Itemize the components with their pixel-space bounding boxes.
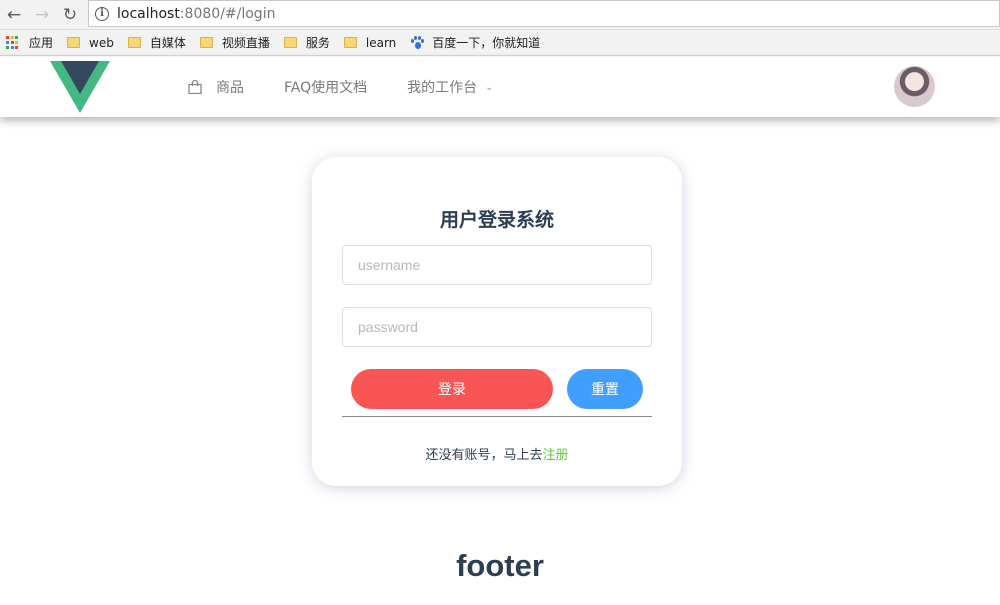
- bookmark-learn[interactable]: learn: [343, 35, 397, 50]
- browser-toolbar: ← → ↻ i localhost:8080/#/login: [0, 0, 1000, 30]
- back-icon[interactable]: ←: [0, 1, 28, 29]
- footer: footer: [456, 548, 544, 583]
- avatar[interactable]: [894, 66, 935, 107]
- nav-item-products[interactable]: 商品: [188, 77, 244, 97]
- baidu-paw-icon: [410, 35, 425, 50]
- username-input[interactable]: [342, 245, 652, 285]
- folder-icon: [199, 37, 213, 48]
- apps-icon: [6, 35, 20, 50]
- chevron-down-icon: ⌄: [485, 81, 494, 93]
- bookmark-label: 百度一下，你就知道: [432, 36, 541, 50]
- vue-logo-icon[interactable]: [50, 59, 110, 113]
- login-title: 用户登录系统: [439, 209, 554, 231]
- url-host: localhost: [117, 5, 180, 22]
- bookmark-label: 服务: [305, 36, 330, 50]
- bookmark-label: 自媒体: [149, 36, 186, 50]
- bookmark-media[interactable]: 自媒体: [127, 34, 186, 51]
- folder-icon: [343, 37, 357, 48]
- reset-button[interactable]: 重置: [567, 369, 643, 409]
- forward-icon[interactable]: →: [28, 1, 56, 29]
- address-bar[interactable]: i localhost:8080/#/login: [88, 0, 1000, 27]
- app-header: 商品 FAQ使用文档 我的工作台 ⌄: [0, 57, 1000, 117]
- bookmark-label: web: [89, 35, 114, 50]
- info-icon[interactable]: i: [95, 6, 109, 21]
- bookmark-web[interactable]: web: [67, 36, 114, 50]
- folder-icon: [283, 37, 297, 48]
- reload-icon[interactable]: ↻: [56, 1, 84, 29]
- url-path: :8080/#/login: [179, 5, 276, 22]
- bookmark-label: 应用: [29, 36, 54, 50]
- shopping-bag-icon: [188, 80, 202, 94]
- bookmarks-bar: 应用 web 自媒体 视频直播 服务 learn 百度一下，你就知道: [0, 30, 1000, 56]
- register-prompt-text: 还没有账号，马上去: [425, 448, 543, 463]
- nav-item-faq[interactable]: FAQ使用文档: [284, 77, 367, 97]
- register-link[interactable]: 注册: [543, 448, 569, 463]
- bookmark-live[interactable]: 视频直播: [199, 34, 270, 51]
- bookmark-label: learn: [365, 35, 397, 50]
- register-prompt: 还没有账号，马上去注册: [312, 444, 682, 463]
- nav-item-label: FAQ使用文档: [284, 80, 368, 96]
- bookmark-label: 视频直播: [221, 36, 270, 50]
- nav-item-workbench[interactable]: 我的工作台 ⌄: [407, 77, 493, 97]
- folder-icon: [67, 37, 81, 48]
- login-card: 用户登录系统 登录 重置 还没有账号，马上去注册: [312, 157, 682, 486]
- folder-icon: [127, 37, 141, 48]
- main-nav: 商品 FAQ使用文档 我的工作台 ⌄: [188, 57, 534, 117]
- nav-item-label: 商品: [216, 80, 244, 96]
- login-button[interactable]: 登录: [351, 369, 553, 409]
- password-input[interactable]: [342, 307, 652, 347]
- bookmark-services[interactable]: 服务: [283, 34, 330, 51]
- nav-item-label: 我的工作台: [407, 80, 478, 96]
- bookmark-apps[interactable]: 应用: [6, 34, 53, 51]
- divider: [342, 416, 652, 417]
- bookmark-baidu[interactable]: 百度一下，你就知道: [410, 34, 540, 51]
